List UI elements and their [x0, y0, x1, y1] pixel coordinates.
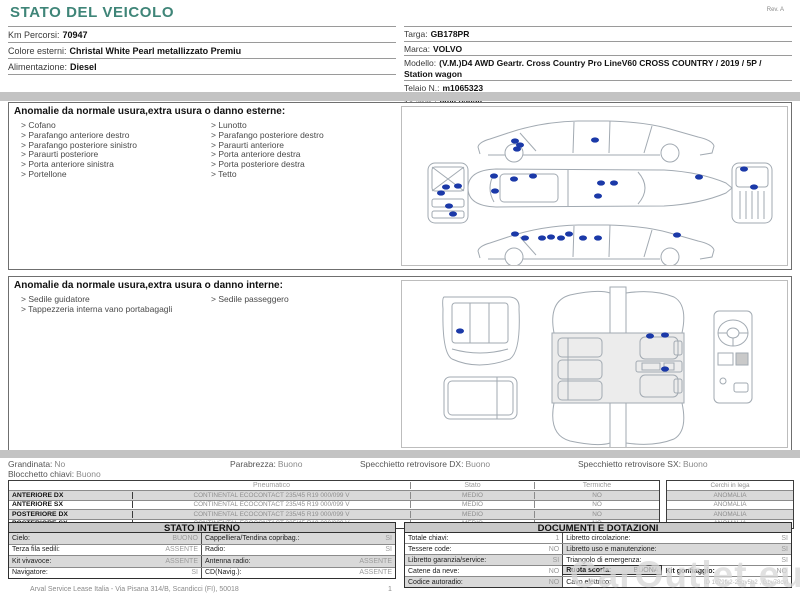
- condition-parabrezza: Parabrezza:Buono: [230, 459, 302, 469]
- revision-label: Rev. A: [767, 7, 784, 13]
- divider-bar-top: [0, 92, 800, 101]
- interior-anomalies-title: Anomalie da normale usura,extra usura o …: [14, 280, 283, 291]
- table-row: Cielo:BUONO Cappelliera/Tendina copribag…: [9, 533, 395, 544]
- column-header-cerchi: Cerchi in lega: [667, 482, 793, 489]
- table-row: ANTERIORE DX CONTINENTAL ECOCONTACT 235/…: [9, 490, 659, 500]
- list-item: > Sedile passeggero: [211, 295, 393, 305]
- divider-bar-bottom: [0, 450, 800, 458]
- column-header-stato: Stato: [411, 482, 535, 489]
- column-header-pneumatico: Pneumatico: [133, 482, 411, 489]
- exterior-anomalies-box: Anomalie da normale usura,extra usura o …: [8, 102, 792, 270]
- stato-interno-table: STATO INTERNO Cielo:BUONO Cappelliera/Te…: [8, 522, 396, 579]
- column-header-termiche: Termiche: [535, 482, 659, 489]
- table-row: ANTERIORE SX CONTINENTAL ECOCONTACT 235/…: [9, 500, 659, 510]
- plan-view: [468, 169, 732, 207]
- table-row: ANOMALIA: [667, 500, 793, 510]
- vehicle-info-left: Km Percorsi:70947 Colore esterni:Christa…: [8, 26, 396, 75]
- dashboard-view: [714, 311, 752, 403]
- info-row-km: Km Percorsi:70947: [8, 27, 396, 43]
- documenti-title: DOCUMENTI E DOTAZIONI: [404, 522, 792, 533]
- table-row: Kit vivavoce:ASSENTE Antenna radio:ASSEN…: [9, 555, 395, 567]
- info-row-targa: Targa:GB178PR: [404, 27, 792, 42]
- rims-table-header: Cerchi in lega: [667, 481, 793, 490]
- front-view: [428, 163, 468, 223]
- list-item: > Portellone: [21, 170, 203, 180]
- exterior-anomalies-title: Anomalie da normale usura,extra usura o …: [14, 106, 285, 117]
- page-title: STATO DEL VEICOLO: [10, 4, 174, 21]
- interior-anomalies-list-right: > Sedile passeggero: [211, 295, 393, 305]
- footer-company: Arval Service Lease Italia - Via Pisana …: [30, 586, 239, 593]
- table-row: Totale chiavi:1 Libretto circolazione:SI: [405, 533, 791, 543]
- car-exterior-diagram: [402, 107, 787, 265]
- table-row: Navigatore:SI CD(Navig.):ASSENTE: [9, 567, 395, 579]
- stato-interno-title: STATO INTERNO: [8, 522, 396, 533]
- table-row: Catene da neve:NO Ruota scorta:BUONA Kit…: [405, 565, 791, 576]
- side-view-bottom: [478, 225, 714, 265]
- info-row-colore: Colore esterni:Christal White Pearl meta…: [8, 43, 396, 59]
- vehicle-report-page: STATO DEL VEICOLO Rev. A Km Percorsi:709…: [0, 0, 800, 600]
- table-row: Libretto garanzia/service:SI Triangolo d…: [405, 554, 791, 565]
- interior-anomalies-list-left: > Sedile guidatore > Tappezzeria interna…: [21, 295, 203, 315]
- list-item: > Tetto: [211, 170, 393, 180]
- table-row: POSTERIORE DX CONTINENTAL ECOCONTACT 235…: [9, 509, 659, 519]
- table-row: ANOMALIA: [667, 490, 793, 500]
- info-row-marca: Marca:VOLVO: [404, 42, 792, 57]
- exterior-anomalies-list-right: > Lunotto > Parafango posteriore destro …: [211, 121, 393, 180]
- trunk-view: [443, 297, 520, 365]
- list-item: > Porta posteriore destra: [211, 160, 393, 170]
- exterior-anomalies-list-left: > Cofano > Parafango anteriore destro > …: [21, 121, 203, 180]
- list-item: > Tappezzeria interna vano portabagagli: [21, 305, 203, 315]
- rear-view: [732, 163, 772, 223]
- exterior-damage-diagram: [401, 106, 788, 266]
- rear-window-view: [444, 377, 517, 419]
- condition-grandinata: Grandinata:No: [8, 459, 65, 469]
- documenti-table: DOCUMENTI E DOTAZIONI Totale chiavi:1 Li…: [404, 522, 792, 588]
- condition-specchietto-sx: Specchietto retrovisore SX:Buono: [578, 459, 708, 469]
- info-row-alimentazione: Alimentazione:Diesel: [8, 59, 396, 75]
- table-row: Tessere code:NO Libretto uso e manutenzi…: [405, 543, 791, 554]
- interior-damage-diagram: [401, 280, 788, 448]
- condition-specchietto-dx: Specchietto retrovisore DX:Buono: [360, 459, 490, 469]
- info-row-modello: Modello:(V.M.)D4 AWD Geartr. Cross Count…: [404, 56, 792, 81]
- table-row: ANOMALIA: [667, 509, 793, 519]
- footer-page-number: 1: [388, 586, 392, 593]
- car-interior-diagram: [402, 281, 787, 447]
- interior-anomalies-box: Anomalie da normale usura,extra usura o …: [8, 276, 792, 452]
- condition-blocchetto-chiavi: Blocchetto chiavi:Buono: [8, 469, 101, 479]
- table-row: Terza fila sedili:ASSENTE Radio:SI: [9, 544, 395, 556]
- tire-table-header: Pneumatico Stato Termiche: [9, 481, 659, 490]
- footer-doc-id: ID 1c79fk2-25gv5b2 , Gbv78cvf: [704, 580, 788, 586]
